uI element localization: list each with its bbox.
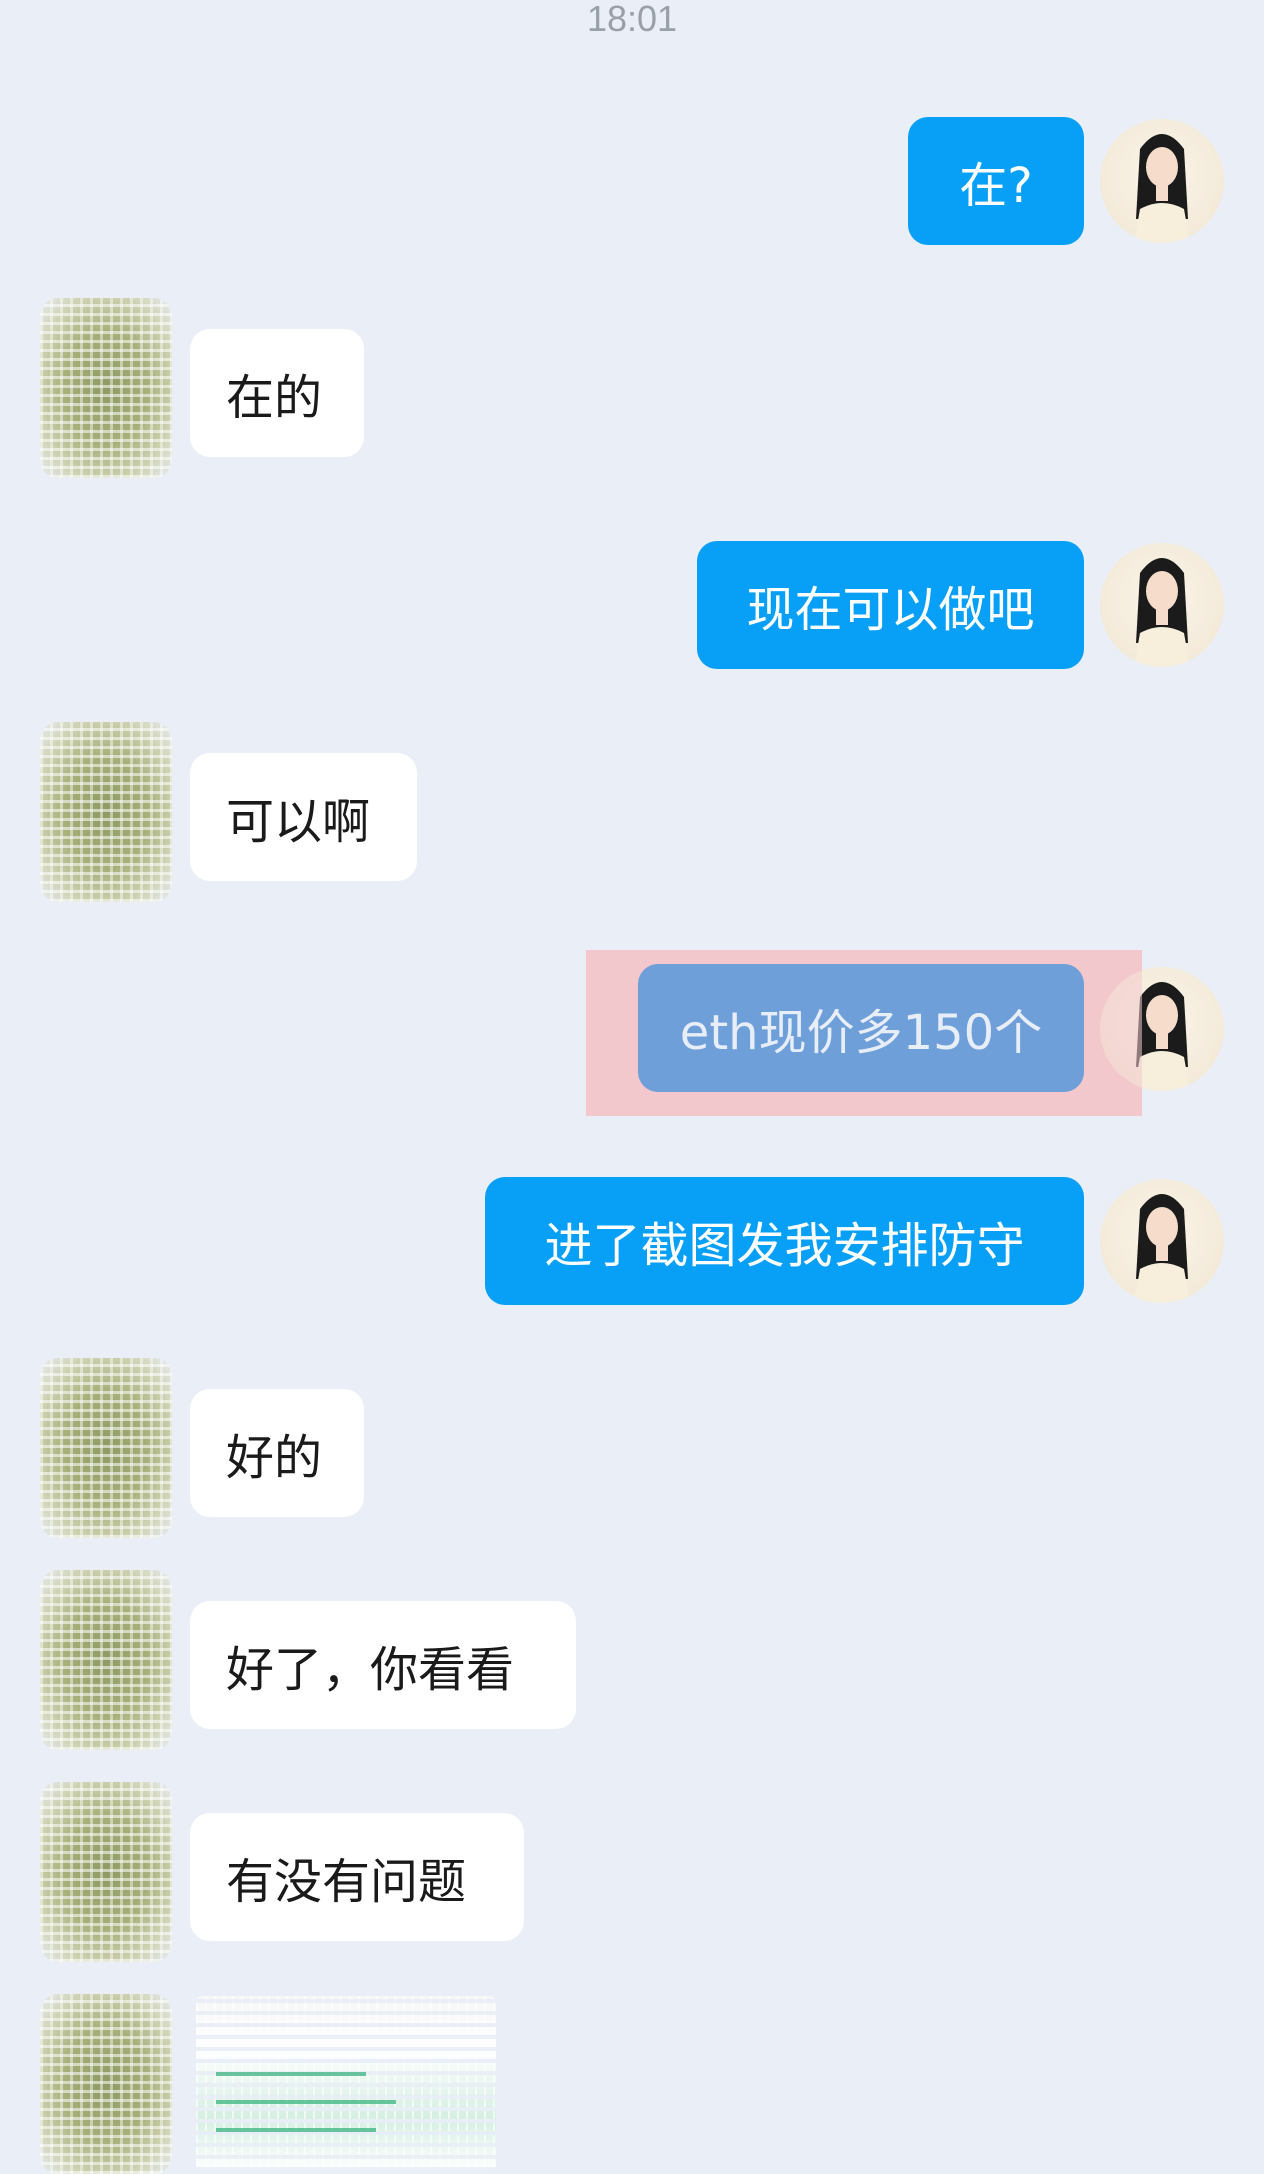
message-text: 好了，你看看 bbox=[226, 1642, 515, 1698]
message-text: 进了截图发我安排防守 bbox=[544, 1218, 1025, 1274]
screenshot-image-message[interactable] bbox=[196, 1996, 496, 2171]
selection-overlay bbox=[1100, 950, 1142, 1116]
message-text: eth现价多150个 bbox=[679, 1005, 1043, 1061]
message-text: 现在可以做吧 bbox=[746, 582, 1035, 638]
message-bubble-incoming[interactable]: 可以啊 bbox=[190, 753, 417, 881]
message-bubble-outgoing[interactable]: 进了截图发我安排防守 bbox=[485, 1177, 1084, 1305]
thumbnail-line bbox=[216, 2100, 396, 2104]
contact-avatar-icon[interactable] bbox=[40, 298, 172, 478]
message-bubble-outgoing-selected[interactable]: eth现价多150个 bbox=[638, 964, 1084, 1092]
message-text: 好的 bbox=[226, 1430, 323, 1486]
my-avatar-icon[interactable] bbox=[1100, 119, 1224, 243]
my-avatar-icon[interactable] bbox=[1100, 543, 1224, 667]
contact-avatar-icon[interactable] bbox=[40, 1570, 172, 1750]
message-bubble-outgoing[interactable]: 在? bbox=[908, 117, 1084, 245]
my-avatar-icon[interactable] bbox=[1100, 1179, 1224, 1303]
message-bubble-incoming[interactable]: 有没有问题 bbox=[190, 1813, 524, 1941]
message-text: 在? bbox=[959, 158, 1033, 214]
message-text: 在的 bbox=[226, 370, 323, 426]
contact-avatar-icon[interactable] bbox=[40, 1358, 172, 1538]
message-text: 可以啊 bbox=[226, 794, 371, 850]
thumbnail-line bbox=[216, 2072, 366, 2076]
thumbnail-line bbox=[216, 2128, 376, 2132]
message-bubble-incoming[interactable]: 在的 bbox=[190, 329, 364, 457]
timestamp: 18:01 bbox=[586, 0, 678, 39]
contact-avatar-icon[interactable] bbox=[40, 722, 172, 902]
message-text: 有没有问题 bbox=[226, 1854, 467, 1910]
message-bubble-incoming[interactable]: 好了，你看看 bbox=[190, 1601, 576, 1729]
contact-avatar-icon[interactable] bbox=[40, 1994, 172, 2174]
message-bubble-incoming[interactable]: 好的 bbox=[190, 1389, 364, 1517]
contact-avatar-icon[interactable] bbox=[40, 1782, 172, 1962]
message-bubble-outgoing[interactable]: 现在可以做吧 bbox=[697, 541, 1084, 669]
